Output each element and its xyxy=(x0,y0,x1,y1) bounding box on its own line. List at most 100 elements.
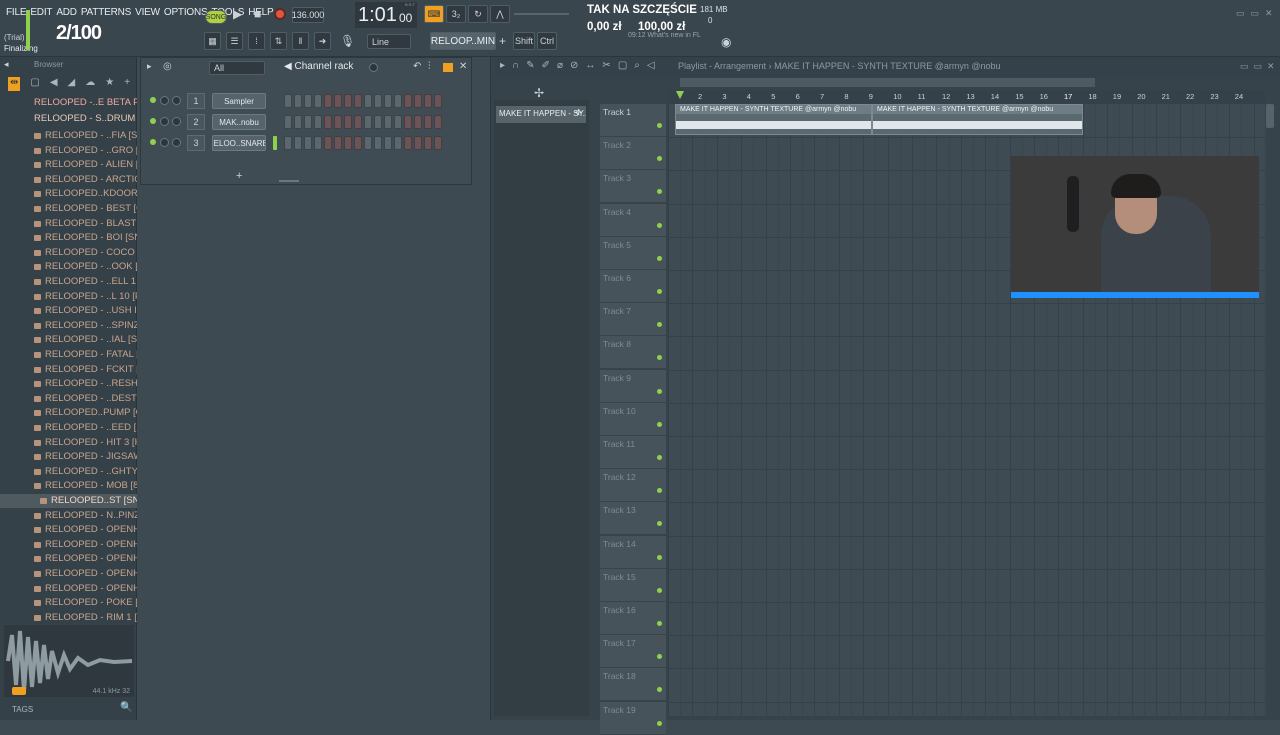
ctrl-key[interactable]: Ctrl xyxy=(537,32,557,50)
browser-item[interactable]: RELOOPED - RIM 1 [PERC] xyxy=(0,611,137,625)
browser-item[interactable]: RELOOPED - OPENHAT #1 xyxy=(0,523,137,537)
channel-name-button[interactable]: RELOO..SNARE] xyxy=(212,135,266,151)
step-button[interactable] xyxy=(394,115,402,129)
step-button[interactable] xyxy=(404,136,412,150)
track-header[interactable]: Track 13 xyxy=(600,502,666,536)
step-button[interactable] xyxy=(334,136,342,150)
step-button[interactable] xyxy=(424,94,432,108)
track-header[interactable]: Track 14 xyxy=(600,535,666,569)
track-mute-led[interactable] xyxy=(657,289,662,294)
browser-item[interactable]: RELOOPED - OPENHAT #10 xyxy=(0,567,137,581)
step-button[interactable] xyxy=(324,94,332,108)
rack-filter[interactable]: All xyxy=(209,61,265,75)
channel-select-indicator[interactable] xyxy=(273,136,277,150)
browser-item[interactable]: RELOOPED - ARCTIC [808] xyxy=(0,173,137,187)
channel-mixer-track[interactable]: 3 xyxy=(187,135,205,151)
step-button[interactable] xyxy=(374,94,382,108)
step-button[interactable] xyxy=(404,115,412,129)
step-button[interactable] xyxy=(284,115,292,129)
step-button[interactable] xyxy=(364,94,372,108)
track-mute-led[interactable] xyxy=(657,322,662,328)
ruler[interactable]: 2 3 4 5 6 7 8 9 10 11 12 13 14 15 16 17 18 19 20 21 22 23 24 xyxy=(668,90,1265,104)
track-mute-led[interactable] xyxy=(657,222,662,228)
slip-icon[interactable]: ↔ xyxy=(585,60,595,71)
channel-pan-knob[interactable] xyxy=(160,96,169,105)
playlist-scrollbar[interactable] xyxy=(1266,104,1274,128)
slice-icon[interactable]: ✂ xyxy=(602,60,610,71)
mixer-icon[interactable]: ⇅ xyxy=(270,32,287,50)
browser-item[interactable]: RELOOPED - BEST [CLAP] xyxy=(0,202,137,216)
track-mute-led[interactable] xyxy=(657,455,662,460)
step-button[interactable] xyxy=(434,115,442,129)
select-icon[interactable]: ▢ xyxy=(618,60,627,71)
track-header[interactable]: Track 19 xyxy=(600,701,666,735)
step-button[interactable] xyxy=(364,136,372,150)
pencil-icon[interactable]: ✎ xyxy=(526,60,534,71)
track-mute-led[interactable] xyxy=(657,521,662,527)
step-button[interactable] xyxy=(414,94,422,108)
speaker-icon[interactable]: ◢ xyxy=(68,77,76,91)
menu-add[interactable]: ADD xyxy=(56,7,77,18)
track-mute-led[interactable] xyxy=(657,554,662,560)
browser-item[interactable]: RELOOPED - POKE [HIHAT] xyxy=(0,596,137,610)
channel-volume-knob[interactable] xyxy=(172,96,181,105)
playlist-icon[interactable]: ▦ xyxy=(204,32,221,50)
channel-mute-led[interactable] xyxy=(150,139,156,145)
browser-item[interactable]: RELOOPED - ..DEST [KICK] xyxy=(0,392,137,406)
audio-clip[interactable]: MAKE IT HAPPEN - SYNTH TEXTURE @armyn @n… xyxy=(675,104,872,135)
browser-item[interactable]: RELOOPED - ..IAL [SNARE] xyxy=(0,333,137,347)
browser-item[interactable]: RELOOPED - COCO [PERC] xyxy=(0,246,137,260)
track-header[interactable]: Track 5 xyxy=(600,236,666,270)
stop-icon[interactable]: ■ xyxy=(254,7,261,21)
channel-name-button[interactable]: Sampler xyxy=(212,93,266,109)
track-mute-led[interactable] xyxy=(657,123,662,128)
menu-patterns[interactable]: PATTERNS xyxy=(81,7,131,18)
step-button[interactable] xyxy=(354,136,362,150)
step-button[interactable] xyxy=(294,94,302,108)
browser-item[interactable]: RELOOPED - OPENHAT #12 xyxy=(0,582,137,596)
delete-icon[interactable]: ⌀ xyxy=(557,60,563,71)
channel-volume-knob[interactable] xyxy=(172,138,181,147)
brush-icon[interactable]: ✐ xyxy=(542,60,550,71)
channel-rack-icon[interactable]: ⁞ xyxy=(248,32,265,50)
step-button[interactable] xyxy=(334,115,342,129)
menu-view[interactable]: VIEW xyxy=(135,7,160,18)
graph-icon[interactable]: ⫶ xyxy=(428,61,431,72)
browser-item[interactable]: RELOOPED - MOB [808] xyxy=(0,479,137,493)
browser-icon[interactable]: ‖ xyxy=(292,32,309,50)
fl-online-icon[interactable]: ◉ xyxy=(721,35,731,49)
audio-clip[interactable]: MAKE IT HAPPEN - SYNTH TEXTURE @armyn @n… xyxy=(872,104,1083,135)
step-button[interactable] xyxy=(314,136,322,150)
track-header[interactable]: Track 15 xyxy=(600,568,666,602)
magnet-icon[interactable]: ∩ xyxy=(512,60,519,71)
channel-mixer-track[interactable]: 1 xyxy=(187,93,205,109)
step-button[interactable] xyxy=(424,136,432,150)
step-button[interactable] xyxy=(314,115,322,129)
step-button[interactable] xyxy=(304,94,312,108)
back-icon[interactable]: ◀ xyxy=(50,77,58,91)
cloud-icon[interactable]: ☁ xyxy=(85,77,95,91)
step-button[interactable] xyxy=(294,136,302,150)
close-icon[interactable]: ✕ xyxy=(459,61,467,72)
channel-pan-knob[interactable] xyxy=(160,117,169,126)
track-header[interactable]: Track 12 xyxy=(600,469,666,503)
browser-item[interactable]: RELOOPED - ALIEN [808] xyxy=(0,158,137,172)
pattern-picker-item[interactable]: MAKE IT HAPPEN - SY... ✢ xyxy=(496,106,586,123)
step-button[interactable] xyxy=(314,94,322,108)
step-button[interactable] xyxy=(354,115,362,129)
step-button[interactable] xyxy=(344,94,352,108)
step-button[interactable] xyxy=(384,136,392,150)
track-mute-led[interactable] xyxy=(657,621,662,626)
track-mute-led[interactable] xyxy=(657,488,662,494)
track-header[interactable]: Track 17 xyxy=(600,635,666,669)
step-button[interactable] xyxy=(344,136,352,150)
track-mute-led[interactable] xyxy=(657,587,662,593)
wait-input-icon[interactable]: ↻ xyxy=(468,5,488,23)
browser-item[interactable]: RELOOPED - N..PINZ [808] xyxy=(0,509,137,523)
track-header[interactable]: Track 4 xyxy=(600,203,666,237)
channel-mute-led[interactable] xyxy=(150,97,156,103)
browser-item[interactable]: RELOOPED - FATAL [KICK] xyxy=(0,348,137,362)
track-mute-led[interactable] xyxy=(657,355,662,361)
track-mute-led[interactable] xyxy=(657,255,662,261)
zoom-icon[interactable]: ⌕ xyxy=(634,60,640,71)
